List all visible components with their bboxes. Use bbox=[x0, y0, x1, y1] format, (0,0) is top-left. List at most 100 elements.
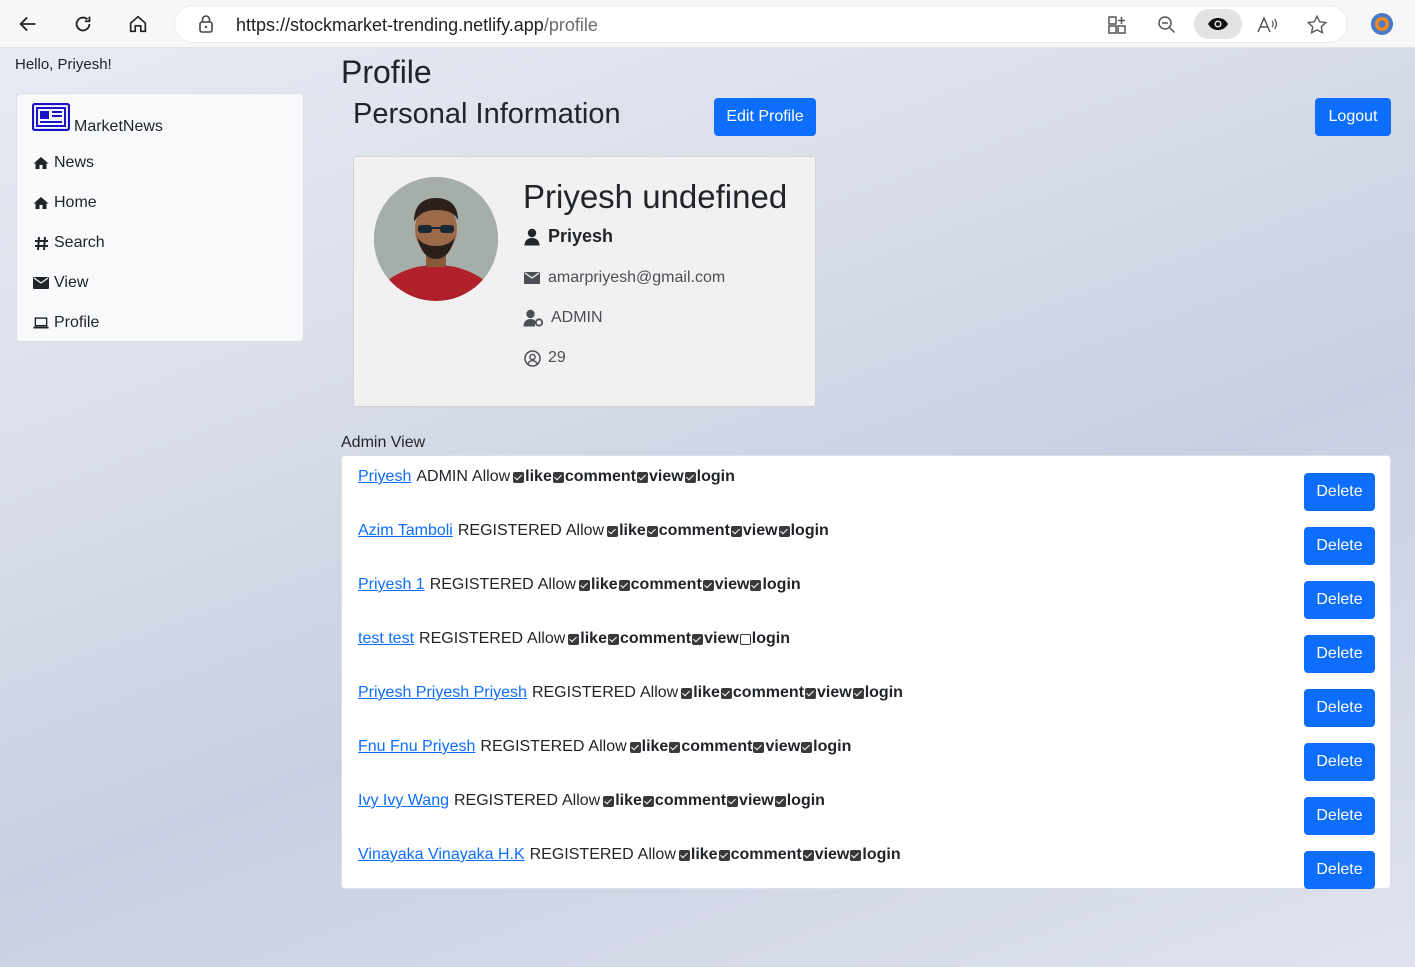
permission-label: login bbox=[864, 684, 903, 701]
user-row-text: Fnu Fnu Priyesh REGISTERED Allow like commen… bbox=[358, 738, 851, 756]
permission-login: login bbox=[800, 738, 851, 756]
user-role: REGISTERED bbox=[531, 684, 636, 701]
sidebar-item-home[interactable]: Home bbox=[33, 191, 97, 215]
zoom-out-icon[interactable] bbox=[1155, 13, 1179, 37]
delete-user-button[interactable]: Delete bbox=[1304, 527, 1375, 565]
home-icon[interactable] bbox=[122, 8, 154, 40]
permission-label: comment bbox=[658, 522, 730, 539]
permission-like: like bbox=[602, 792, 642, 810]
user-name-link[interactable]: Priyesh Priyesh Priyesh bbox=[358, 684, 527, 702]
permission-comment: comment bbox=[607, 630, 691, 648]
back-arrow-icon[interactable] bbox=[12, 8, 44, 40]
sidebar-item-profile[interactable]: Profile bbox=[33, 311, 99, 335]
delete-user-button[interactable]: Delete bbox=[1304, 635, 1375, 673]
user-name-link[interactable]: Vinayaka Vinayaka H.K bbox=[358, 846, 525, 864]
permission-view: view bbox=[802, 846, 849, 864]
edit-profile-button[interactable]: Edit Profile bbox=[714, 98, 816, 136]
permission-checkbox[interactable] bbox=[718, 849, 730, 861]
delete-user-button[interactable]: Delete bbox=[1304, 581, 1375, 619]
permission-comment: comment bbox=[646, 522, 730, 540]
permission-checkbox[interactable] bbox=[603, 795, 615, 807]
address-bar[interactable]: https://stockmarket-trending.netlify.app… bbox=[174, 5, 1348, 43]
delete-user-button[interactable]: Delete bbox=[1304, 743, 1375, 781]
permission-checkbox[interactable] bbox=[852, 687, 864, 699]
permission-checkbox[interactable] bbox=[720, 687, 732, 699]
user-name-link[interactable]: Azim Tamboli bbox=[358, 522, 453, 540]
user-name-link[interactable]: Priyesh 1 bbox=[358, 576, 425, 594]
avatar bbox=[374, 177, 498, 301]
sidebar-item-label: Home bbox=[54, 194, 97, 211]
user-name-link[interactable]: test test bbox=[358, 630, 414, 648]
permission-checkbox[interactable] bbox=[681, 687, 693, 699]
permission-checkbox[interactable] bbox=[805, 687, 817, 699]
permission-checkbox[interactable] bbox=[607, 525, 619, 537]
user-name-link[interactable]: Fnu Fnu Priyesh bbox=[358, 738, 475, 756]
permission-label: login bbox=[786, 792, 825, 809]
permission-label: comment bbox=[654, 792, 727, 809]
permission-checkbox[interactable] bbox=[629, 741, 641, 753]
permission-checkbox[interactable] bbox=[568, 633, 580, 645]
delete-user-button[interactable]: Delete bbox=[1304, 797, 1375, 835]
permission-checkbox[interactable] bbox=[678, 849, 690, 861]
permission-checkbox[interactable] bbox=[802, 849, 814, 861]
brand-link[interactable]: MarketNews bbox=[31, 102, 163, 136]
permission-checkbox[interactable] bbox=[636, 471, 648, 483]
user-role: REGISTERED bbox=[429, 576, 534, 593]
user-role: ADMIN bbox=[416, 468, 468, 485]
user-name-link[interactable]: Ivy Ivy Wang bbox=[358, 792, 449, 810]
profile-full-name: Priyesh undefined bbox=[523, 178, 788, 215]
permission-label: like bbox=[693, 684, 720, 701]
eye-icon[interactable] bbox=[1194, 9, 1242, 39]
permission-checkbox[interactable] bbox=[642, 795, 654, 807]
permission-label: view bbox=[714, 576, 750, 593]
profile-email: amarpriyesh@gmail.com bbox=[548, 269, 726, 286]
permission-checkbox[interactable] bbox=[513, 471, 525, 483]
permission-checkbox[interactable] bbox=[850, 849, 862, 861]
permission-checkbox[interactable] bbox=[692, 633, 704, 645]
delete-user-button[interactable]: Delete bbox=[1304, 851, 1375, 889]
permission-checkbox[interactable] bbox=[669, 741, 681, 753]
browser-toolbar: https://stockmarket-trending.netlify.app… bbox=[0, 0, 1415, 48]
permission-checkbox[interactable] bbox=[801, 741, 813, 753]
permission-label: comment bbox=[619, 630, 692, 647]
sidebar-item-view[interactable]: View bbox=[33, 271, 88, 295]
user-name-link[interactable]: Priyesh bbox=[358, 468, 411, 486]
read-aloud-icon[interactable] bbox=[1255, 13, 1279, 37]
permission-checkbox[interactable] bbox=[750, 579, 762, 591]
permission-comment: comment bbox=[642, 792, 726, 810]
permission-view: view bbox=[691, 630, 739, 648]
permission-checkbox[interactable] bbox=[552, 471, 564, 483]
permission-label: like bbox=[590, 576, 618, 593]
permission-checkbox[interactable] bbox=[727, 795, 739, 807]
permission-checkbox[interactable] bbox=[730, 525, 742, 537]
permission-checkbox[interactable] bbox=[739, 633, 751, 645]
permission-checkbox[interactable] bbox=[778, 525, 790, 537]
app-available-icon[interactable] bbox=[1105, 13, 1129, 37]
user-row-text: Priyesh ADMIN Allow like comment view login bbox=[358, 468, 735, 486]
browser-extension-icon[interactable] bbox=[1370, 12, 1394, 36]
favorite-star-icon[interactable] bbox=[1305, 13, 1329, 37]
allow-label: Allow bbox=[588, 738, 627, 755]
permission-checkbox[interactable] bbox=[774, 795, 786, 807]
permission-label: login bbox=[813, 738, 852, 755]
reload-icon[interactable] bbox=[67, 8, 99, 40]
permission-checkbox[interactable] bbox=[684, 471, 696, 483]
sidebar-item-news[interactable]: News bbox=[33, 151, 94, 175]
permission-checkbox[interactable] bbox=[646, 525, 658, 537]
permission-checkbox[interactable] bbox=[578, 579, 590, 591]
table-row: Priyesh Priyesh Priyesh REGISTERED Allow li… bbox=[358, 682, 1375, 727]
allow-label: Allow bbox=[562, 792, 601, 809]
table-row: Priyesh ADMIN Allow like comment view login Del… bbox=[358, 466, 1375, 511]
permission-label: like bbox=[641, 738, 669, 755]
permission-like: like bbox=[629, 738, 669, 756]
logout-button[interactable]: Logout bbox=[1315, 98, 1391, 136]
permission-checkbox[interactable] bbox=[618, 579, 630, 591]
allow-label: Allow bbox=[527, 630, 566, 647]
sidebar-item-search[interactable]: Search bbox=[33, 231, 105, 255]
permission-checkbox[interactable] bbox=[607, 633, 619, 645]
delete-user-button[interactable]: Delete bbox=[1304, 689, 1375, 727]
profile-card: Priyesh undefined Priyesh amarpriyesh@gm… bbox=[353, 156, 816, 407]
permission-checkbox[interactable] bbox=[753, 741, 765, 753]
permission-checkbox[interactable] bbox=[702, 579, 714, 591]
delete-user-button[interactable]: Delete bbox=[1304, 473, 1375, 511]
